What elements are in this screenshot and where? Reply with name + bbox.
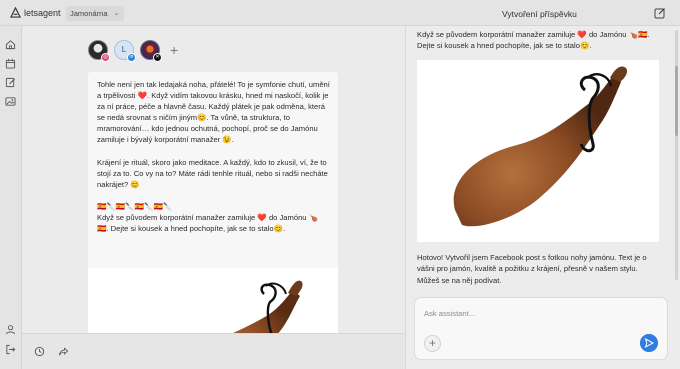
linkedin-icon: in xyxy=(127,53,136,62)
account-avatar-x[interactable]: ✕ xyxy=(140,40,162,62)
avatar-initial: L xyxy=(121,45,127,54)
chat-image-jamon[interactable] xyxy=(417,60,659,242)
chat-composer: + xyxy=(414,297,668,360)
post-preview-area: ◎ L in ✕ + Tohle není jen tak ledajaká n… xyxy=(22,26,405,369)
assistant-input[interactable] xyxy=(424,307,654,320)
preview-toolbar xyxy=(22,333,405,369)
post-paragraph: Krájení je rituál, skoro jako meditace. … xyxy=(97,157,328,189)
panel-title: Vytvoření příspěvku xyxy=(502,9,577,19)
chat-message-assistant-reply: Hotovo! Vytvořil jsem Facebook post s fo… xyxy=(417,253,647,285)
scrollbar-thumb[interactable] xyxy=(675,66,678,136)
post-card[interactable]: Tohle není jen tak ledajaká noha, přátel… xyxy=(88,72,338,369)
brand-logo-icon xyxy=(10,7,21,18)
logout-icon[interactable] xyxy=(5,344,16,355)
chevron-down-icon: ⌄ xyxy=(113,10,120,17)
image-gallery-icon[interactable] xyxy=(5,96,16,107)
brand-name: letsagent xyxy=(24,7,61,18)
workspace-dropdown[interactable]: Jamonárna ⌄ xyxy=(66,6,124,21)
calendar-icon[interactable] xyxy=(5,58,16,69)
send-button[interactable] xyxy=(640,334,658,352)
post-paragraph: 🇪🇸🔪🇪🇸🔪🇪🇸🔪🇪🇸🔪 Když se původem korporátní … xyxy=(97,201,319,234)
post-text: Tohle není jen tak ledajaká noha, přátel… xyxy=(88,72,338,234)
share-icon[interactable] xyxy=(58,346,69,357)
account-avatar-linkedin[interactable]: L in xyxy=(114,40,136,62)
workspace-name: Jamonárna xyxy=(70,9,108,18)
home-icon[interactable] xyxy=(5,39,16,50)
account-avatar-instagram[interactable]: ◎ xyxy=(88,40,110,62)
add-account-button[interactable]: + xyxy=(170,40,178,60)
chat-message-post-excerpt: Když se původem korporátní manažer zamil… xyxy=(417,30,650,51)
post-paragraph: Tohle není jen tak ledajaká noha, přátel… xyxy=(97,80,330,145)
sidebar xyxy=(0,26,22,369)
new-chat-edit-icon[interactable] xyxy=(654,7,666,19)
edit-post-icon[interactable] xyxy=(5,77,16,88)
brand[interactable]: letsagent xyxy=(10,7,61,18)
account-selector: ◎ L in ✕ + xyxy=(88,40,178,62)
jamon-leg-image xyxy=(453,66,628,227)
top-bar: letsagent Jamonárna ⌄ Vytvoření příspěvk… xyxy=(0,0,680,26)
assistant-panel: Když se původem korporátní manažer zamil… xyxy=(405,26,680,369)
schedule-clock-icon[interactable] xyxy=(34,346,45,357)
user-icon[interactable] xyxy=(5,324,16,335)
instagram-icon: ◎ xyxy=(101,53,110,62)
x-icon: ✕ xyxy=(153,53,162,62)
attach-plus-button[interactable]: + xyxy=(424,335,441,352)
